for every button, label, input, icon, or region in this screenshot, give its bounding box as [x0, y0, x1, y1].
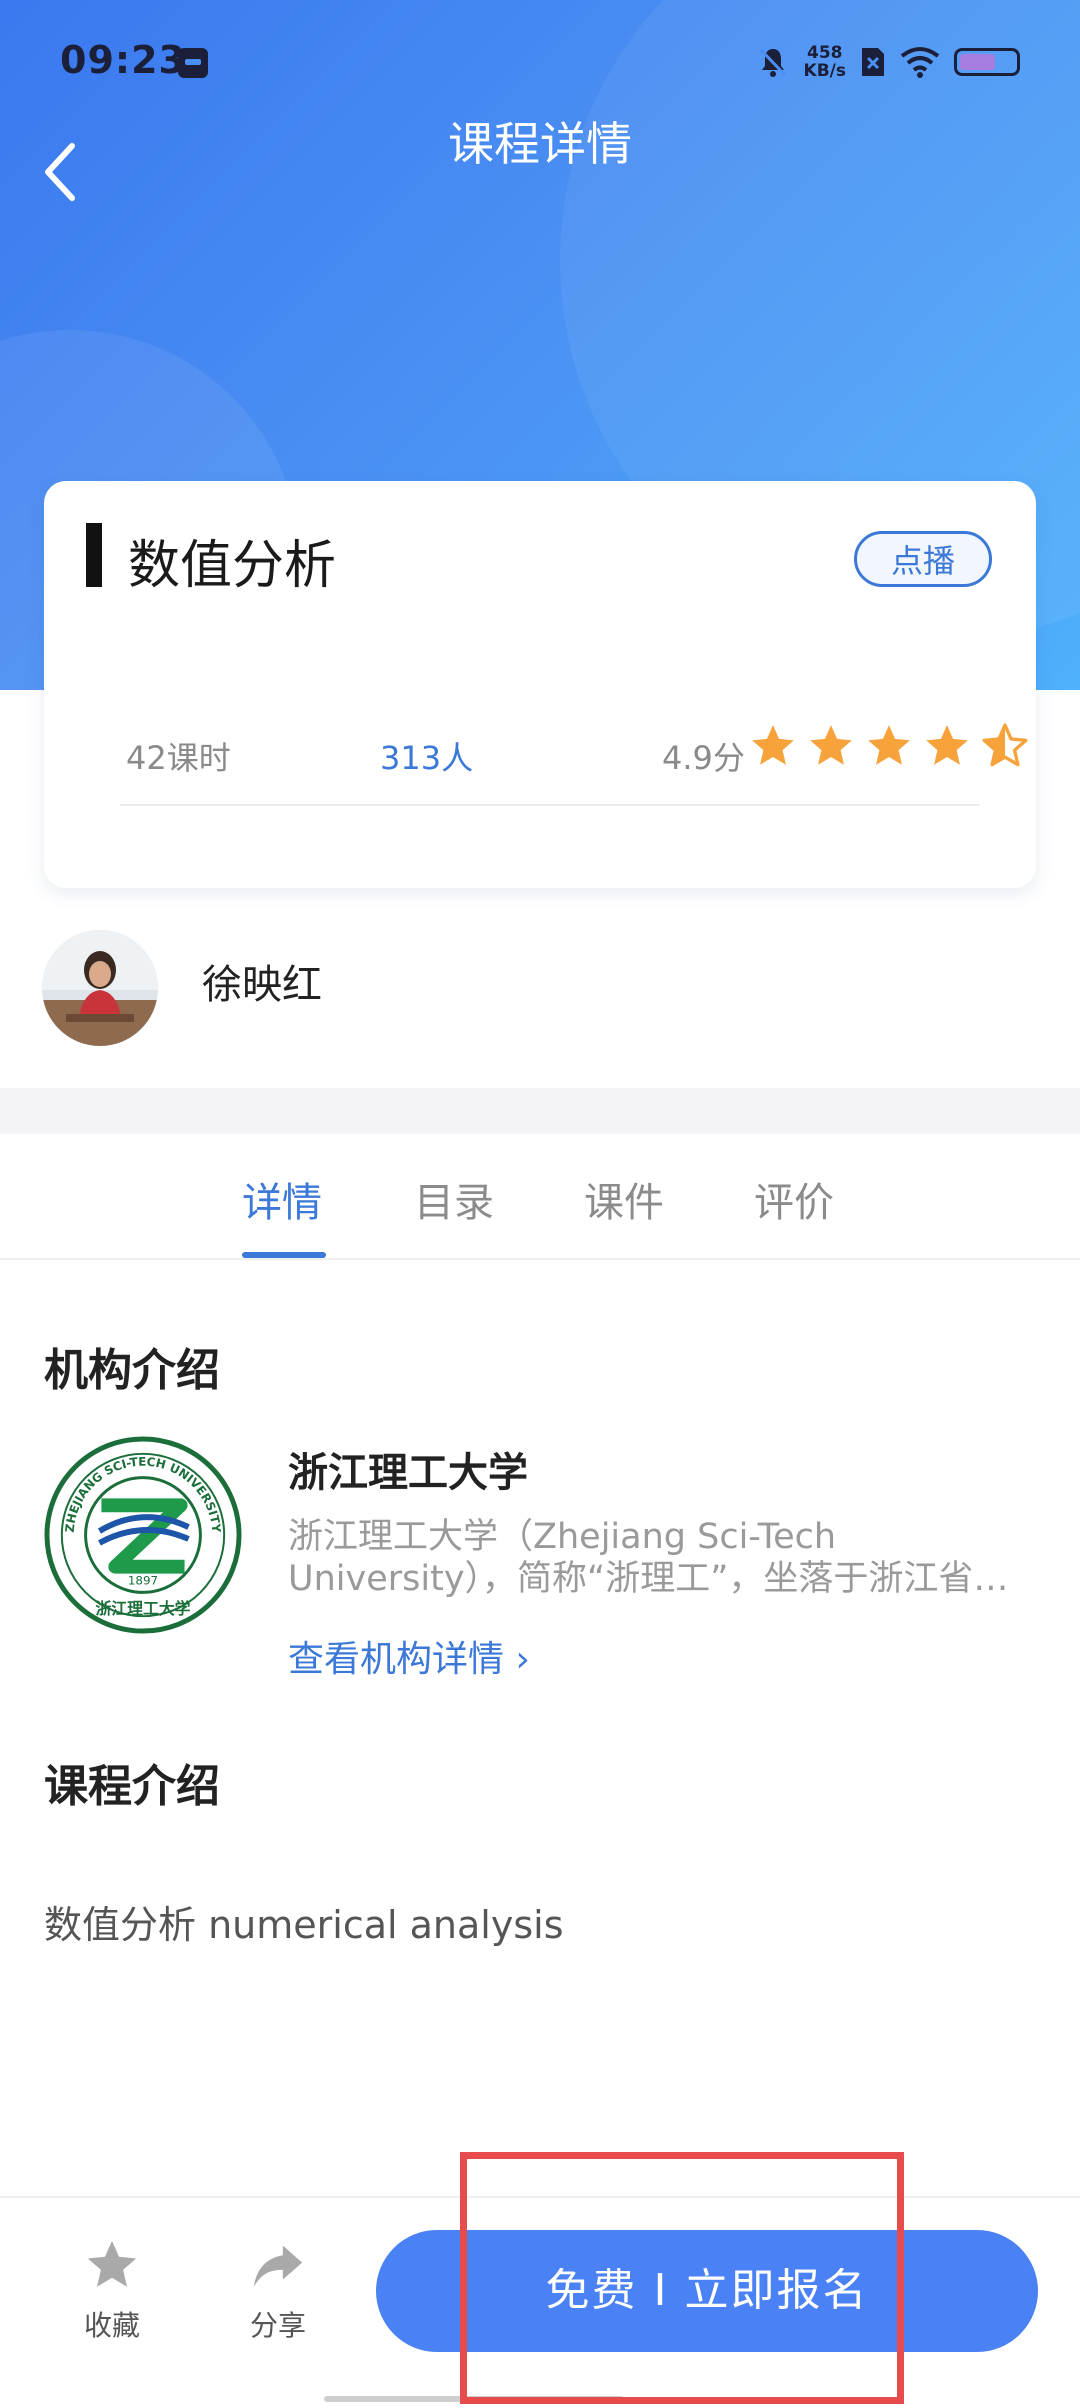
page-title: 课程详情: [448, 117, 632, 171]
share-arrow-icon: [253, 2245, 303, 2287]
star-icon: [752, 725, 794, 765]
highlight-annotation: [460, 2152, 904, 2404]
course-intro-title: 课程介绍: [44, 1761, 220, 1812]
course-stats: 42课时 313人 4.9分: [126, 721, 1028, 781]
no-sim-icon: [862, 48, 884, 76]
institution-section-title: 机构介绍: [44, 1345, 220, 1396]
course-hours: 42课时: [126, 739, 231, 777]
share-label: 分享: [249, 2309, 306, 2342]
course-type-badge: 点播: [854, 531, 992, 587]
battery-icon: [954, 48, 1020, 76]
course-title: 数值分析: [128, 536, 337, 596]
status-icons: 458 KB/s: [756, 40, 1020, 84]
view-institution-link[interactable]: 查看机构详情 ›: [288, 1630, 530, 1682]
avatar-image: [42, 930, 158, 1046]
half-star-icon: [982, 723, 1028, 767]
course-rating: 4.9分: [662, 739, 745, 777]
teacher-name[interactable]: 徐映红: [202, 952, 322, 1010]
tab-reviews[interactable]: 评价: [754, 1170, 834, 1228]
tab-courseware[interactable]: 课件: [584, 1170, 664, 1228]
section-separator: [0, 1088, 1080, 1134]
tab-details[interactable]: 详情: [242, 1170, 322, 1228]
status-bar: 09:23 458 KB/s: [0, 0, 1080, 120]
detail-tabs: 详情 目录 课件 评价: [0, 1134, 1080, 1260]
institution-name[interactable]: 浙江理工大学: [288, 1440, 528, 1498]
course-students: 313人: [380, 739, 474, 777]
star-outline-icon: [87, 2240, 137, 2287]
tab-catalog[interactable]: 目录: [414, 1170, 494, 1228]
net-speed: 458 KB/s: [804, 44, 846, 80]
wifi-icon: [900, 47, 940, 78]
mute-bell-icon: [759, 48, 786, 77]
favorite-label: 收藏: [83, 2309, 140, 2342]
title-accent-bar: [86, 523, 102, 587]
share-button[interactable]: 分享: [228, 2236, 328, 2344]
svg-text:浙江理工大学: 浙江理工大学: [96, 1599, 191, 1618]
rating-stars: [748, 721, 1030, 771]
card-divider: [120, 804, 980, 806]
svg-text:1897: 1897: [128, 1574, 158, 1588]
institution-logo[interactable]: 1897 ZHEJIANG SCI-TECH UNIVERSITY 浙江理工大学: [44, 1436, 242, 1634]
star-icon: [810, 725, 852, 765]
course-summary-card: 数值分析 点播 42课时 313人 4.9分: [44, 481, 1036, 888]
course-intro-text: 数值分析 numerical analysis: [44, 1903, 564, 1947]
net-speed-unit: KB/s: [803, 61, 846, 81]
active-tab-indicator: [242, 1252, 326, 1258]
teacher-avatar[interactable]: [42, 930, 158, 1046]
star-icon: [926, 725, 968, 765]
institution-description: 浙江理工大学（Zhejiang Sci-Tech University），简称“…: [288, 1517, 1009, 1599]
app-notification-icon: [178, 48, 208, 78]
star-icon: [868, 725, 910, 765]
status-time: 09:23: [60, 38, 186, 82]
net-speed-value: 458: [807, 43, 843, 63]
favorite-button[interactable]: 收藏: [62, 2236, 162, 2344]
